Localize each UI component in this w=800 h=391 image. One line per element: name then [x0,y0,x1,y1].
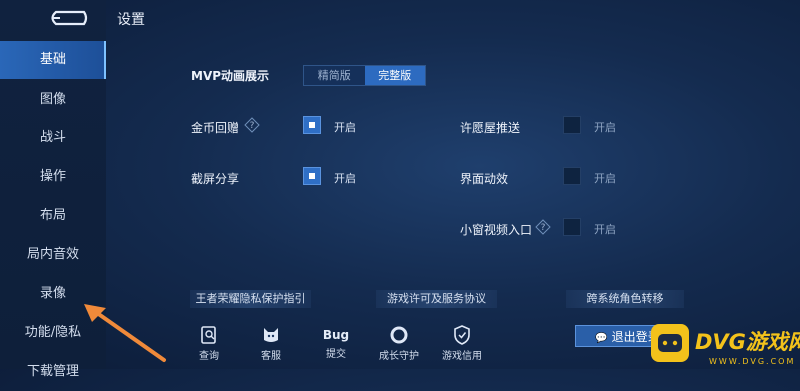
transfer-link[interactable]: 跨系统角色转移 [566,290,684,308]
sidebar-item-graphics[interactable]: 图像 [0,81,106,119]
back-icon[interactable] [46,8,90,28]
credit-button[interactable]: 游戏信用 [437,324,487,362]
sidebar-item-battle[interactable]: 战斗 [0,119,106,157]
wish-push-label: 许愿屋推送 [460,121,521,135]
page-title: 设置 [117,12,145,28]
service-button[interactable]: 客服 [246,324,296,362]
annotation-arrow [84,304,166,362]
screenshot-share-label: 截屏分享 [191,172,240,186]
mvp-segmented-control: 精简版 完整版 [303,65,426,86]
screenshot-share-checkbox[interactable] [303,167,321,185]
small-window-video-checkbox[interactable] [563,218,581,236]
svg-text:?: ? [541,223,546,233]
mvp-option-simple[interactable]: 精简版 [304,66,365,85]
sidebar-item-basic[interactable]: 基础 [0,41,106,79]
bug-icon: Bug [322,328,350,342]
ui-animation-checkbox[interactable] [563,167,581,185]
bug-report-button[interactable]: Bug 提交 [311,324,361,360]
coin-feedback-state: 开启 [334,121,356,134]
wish-push-checkbox[interactable] [563,116,581,134]
customer-service-icon [264,328,278,342]
sidebar-item-layout[interactable]: 布局 [0,197,106,235]
shield-icon [454,325,470,345]
wish-push-state: 开启 [594,121,616,134]
watermark-logo: DVG游戏网 WWW.DVG.COM [651,324,800,366]
svg-text:?: ? [250,121,255,131]
chat-icon: 💬 [595,333,608,344]
svg-text:DVG游戏网: DVG游戏网 [695,330,800,354]
ring-icon [390,326,408,344]
guardian-button[interactable]: 成长守护 [374,324,424,362]
sidebar-item-sound[interactable]: 局内音效 [0,236,106,274]
mvp-option-full[interactable]: 完整版 [364,66,425,85]
privacy-guide-link[interactable]: 王者荣耀隐私保护指引 [190,290,311,308]
mvp-label: MVP动画展示 [191,69,270,83]
query-icon [201,326,216,344]
bug-report-label: 提交 [326,349,346,360]
help-icon[interactable]: ? [535,219,551,235]
license-link[interactable]: 游戏许可及服务协议 [376,290,497,308]
small-window-video-label: 小窗视频入口 [460,223,533,237]
help-icon[interactable]: ? [244,117,260,133]
ui-animation-state: 开启 [594,172,616,185]
guardian-label: 成长守护 [379,351,419,362]
svg-text:WWW.DVG.COM: WWW.DVG.COM [709,357,795,366]
ui-animation-label: 界面动效 [460,172,509,186]
sidebar-item-controls[interactable]: 操作 [0,158,106,196]
query-button[interactable]: 查询 [184,324,234,362]
small-window-video-state: 开启 [594,223,616,236]
coin-feedback-label: 金币回赠 [191,121,240,135]
credit-label: 游戏信用 [442,351,482,362]
query-label: 查询 [199,351,219,362]
service-label: 客服 [261,351,281,362]
coin-feedback-checkbox[interactable] [303,116,321,134]
screenshot-share-state: 开启 [334,172,356,185]
